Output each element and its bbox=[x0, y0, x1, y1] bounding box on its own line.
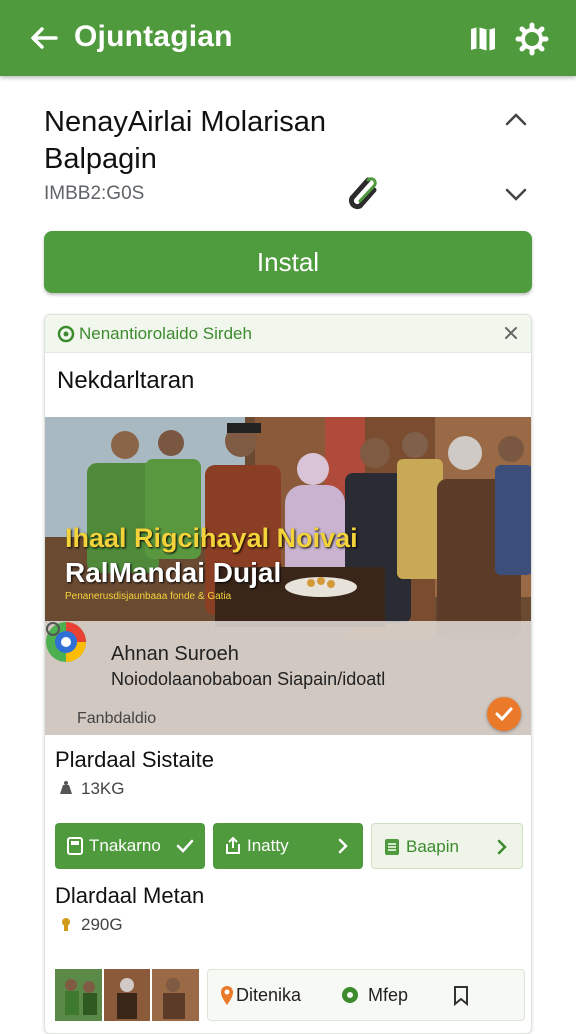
bottom-row: Ditenika Mfep bbox=[55, 969, 525, 1025]
card-subtitle: Nekdarltaran bbox=[57, 367, 195, 394]
item-meta: 13KG bbox=[57, 779, 124, 799]
check-icon bbox=[495, 707, 513, 722]
weight-icon bbox=[62, 918, 70, 931]
action-label-2[interactable]: Mfep bbox=[368, 985, 408, 1006]
overlay-description: Noiodolaanobaboan Siapain/idoatl bbox=[111, 669, 386, 689]
chevron-right-icon bbox=[497, 839, 507, 855]
item-title[interactable]: Plardaal Sistaite bbox=[55, 747, 214, 773]
install-button[interactable]: Instal bbox=[44, 231, 532, 293]
share-icon bbox=[226, 836, 240, 854]
close-icon[interactable] bbox=[501, 323, 521, 343]
document-icon bbox=[67, 837, 83, 855]
chip-label: Baapin bbox=[406, 837, 459, 856]
chevron-down-icon[interactable] bbox=[502, 180, 530, 208]
photo-caption-line2: RalMandai Dujal bbox=[65, 557, 282, 588]
photo-caption-small: Penanerusdisjaunbaaa fonde & Gatia bbox=[65, 591, 232, 602]
chip-tnakarno[interactable]: Tnakarno bbox=[55, 823, 205, 869]
bookmark-icon[interactable] bbox=[450, 984, 472, 1006]
map-icon[interactable] bbox=[466, 22, 500, 56]
chip-baapin[interactable]: Baapin bbox=[371, 823, 523, 869]
app-title: Ojuntagian bbox=[74, 20, 233, 53]
chip-inatty[interactable]: Inatty bbox=[213, 823, 363, 869]
share-button[interactable] bbox=[487, 697, 521, 731]
check-icon bbox=[176, 839, 194, 853]
chip-label: Tnakarno bbox=[89, 836, 161, 855]
chevron-up-icon[interactable] bbox=[502, 106, 530, 134]
item-meta-value: 13KG bbox=[81, 779, 125, 798]
settings-icon[interactable] bbox=[515, 22, 549, 56]
action-label-1[interactable]: Ditenika bbox=[236, 985, 301, 1006]
news-card: Nenantiorolaido Sirdeh Nekdarltaran Ihaa… bbox=[44, 314, 532, 1034]
thumbnail-image[interactable] bbox=[55, 969, 199, 1021]
arrow-back-icon[interactable] bbox=[26, 20, 62, 56]
overlay-source: Fanbdaldio bbox=[77, 710, 157, 727]
item-meta: 290G bbox=[57, 915, 123, 935]
app-bar: Ojuntagian bbox=[0, 0, 576, 76]
item-title[interactable]: Dlardaal Metan bbox=[55, 883, 204, 909]
location-icon bbox=[57, 325, 75, 343]
source-icon bbox=[46, 622, 60, 636]
card-header-label: Nenantiorolaido Sirdeh bbox=[79, 324, 252, 343]
action-bar: Ditenika Mfep bbox=[207, 969, 525, 1021]
chevron-right-icon bbox=[338, 838, 348, 854]
photo-overlay: Ahnan Suroeh Noiodolaanobaboan Siapain/i… bbox=[45, 621, 531, 735]
news-photo[interactable]: Ihaal Rigcihayal Noivai RalMandai Dujal … bbox=[45, 417, 531, 735]
page-meta: IMBB2:G0S bbox=[44, 183, 145, 204]
weight-icon bbox=[60, 781, 72, 794]
photo-caption-line1: Ihaal Rigcihayal Noivai bbox=[65, 523, 358, 553]
chip-label: Inatty bbox=[247, 836, 289, 855]
thumbnail-scene bbox=[55, 969, 199, 1021]
item-meta-value: 290G bbox=[81, 915, 123, 934]
list-icon bbox=[385, 839, 399, 855]
card-header: Nenantiorolaido Sirdeh bbox=[45, 315, 531, 353]
page-title: NenayAirlai Molarisan Balpagin bbox=[44, 106, 327, 175]
paperclip-icon[interactable] bbox=[342, 174, 382, 214]
pin-icon bbox=[221, 986, 233, 1005]
overlay-title: Ahnan Suroeh bbox=[111, 643, 239, 665]
location-icon bbox=[342, 987, 358, 1003]
